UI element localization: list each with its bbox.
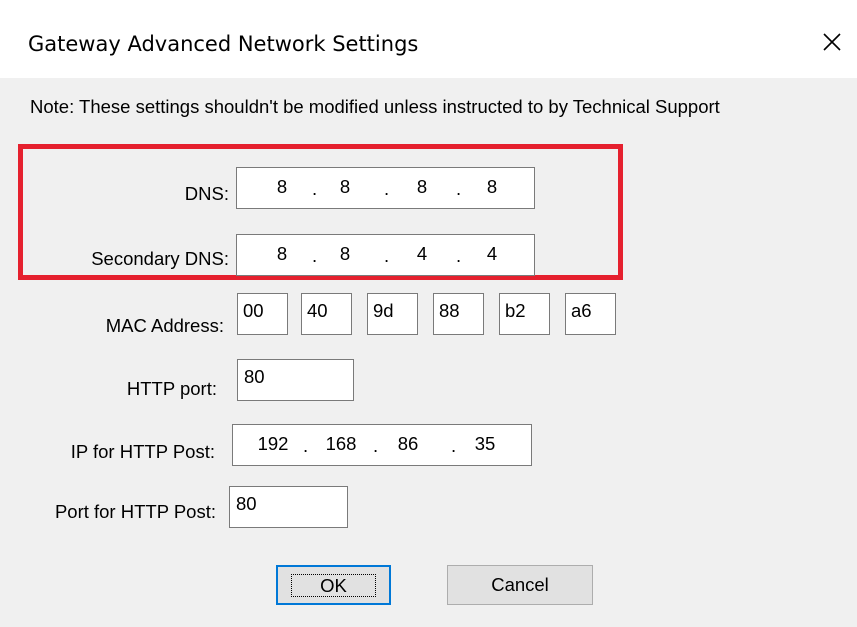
dns-octet-1: 8 xyxy=(276,176,288,197)
ok-button[interactable]: OK xyxy=(276,565,391,605)
mac-part-2-input[interactable]: 40 xyxy=(301,293,352,335)
cancel-button-label: Cancel xyxy=(491,574,549,595)
ip-separator: . xyxy=(312,245,318,266)
mac-part-1-input[interactable]: 00 xyxy=(237,293,288,335)
ok-button-label: OK xyxy=(291,574,376,597)
http-port-input[interactable]: 80 xyxy=(237,359,354,401)
warning-note: Note: These settings shouldn't be modifi… xyxy=(30,96,720,117)
dns-ip-input[interactable]: 8 . 8 . 8 . 8 xyxy=(236,167,535,209)
title-bar: Gateway Advanced Network Settings xyxy=(0,0,857,78)
secondary-dns-octet-3: 4 xyxy=(416,243,428,264)
ip-http-post-octet-2: 168 xyxy=(325,433,357,454)
dns-octet-3: 8 xyxy=(416,176,428,197)
close-icon[interactable] xyxy=(818,28,846,56)
mac-address-label: MAC Address: xyxy=(105,315,224,336)
mac-part-3-input[interactable]: 9d xyxy=(367,293,418,335)
ip-separator: . xyxy=(303,435,309,456)
ip-http-post-label: IP for HTTP Post: xyxy=(70,441,215,462)
ip-separator: . xyxy=(456,178,462,199)
secondary-dns-octet-4: 4 xyxy=(486,243,498,264)
dialog-title: Gateway Advanced Network Settings xyxy=(28,32,419,56)
port-http-post-input[interactable]: 80 xyxy=(229,486,348,528)
mac-part-4-input[interactable]: 88 xyxy=(433,293,484,335)
ip-http-post-input[interactable]: 192 . 168 . 86 . 35 xyxy=(232,424,532,466)
ip-separator: . xyxy=(456,245,462,266)
dns-octet-2: 8 xyxy=(339,176,351,197)
ip-http-post-octet-4: 35 xyxy=(474,433,496,454)
ip-separator: . xyxy=(373,435,379,456)
port-http-post-label: Port for HTTP Post: xyxy=(54,501,216,522)
http-port-label: HTTP port: xyxy=(126,378,217,399)
ip-http-post-octet-3: 86 xyxy=(397,433,419,454)
ip-separator: . xyxy=(384,245,390,266)
cancel-button[interactable]: Cancel xyxy=(447,565,593,605)
mac-part-5-input[interactable]: b2 xyxy=(499,293,550,335)
ip-separator: . xyxy=(451,435,457,456)
secondary-dns-octet-1: 8 xyxy=(276,243,288,264)
mac-part-6-input[interactable]: a6 xyxy=(565,293,616,335)
secondary-dns-octet-2: 8 xyxy=(339,243,351,264)
ip-http-post-octet-1: 192 xyxy=(257,433,289,454)
dns-label: DNS: xyxy=(184,183,229,204)
dns-octet-4: 8 xyxy=(486,176,498,197)
secondary-dns-ip-input[interactable]: 8 . 8 . 4 . 4 xyxy=(236,234,535,276)
secondary-dns-label: Secondary DNS: xyxy=(91,248,229,269)
ip-separator: . xyxy=(384,178,390,199)
ip-separator: . xyxy=(312,178,318,199)
